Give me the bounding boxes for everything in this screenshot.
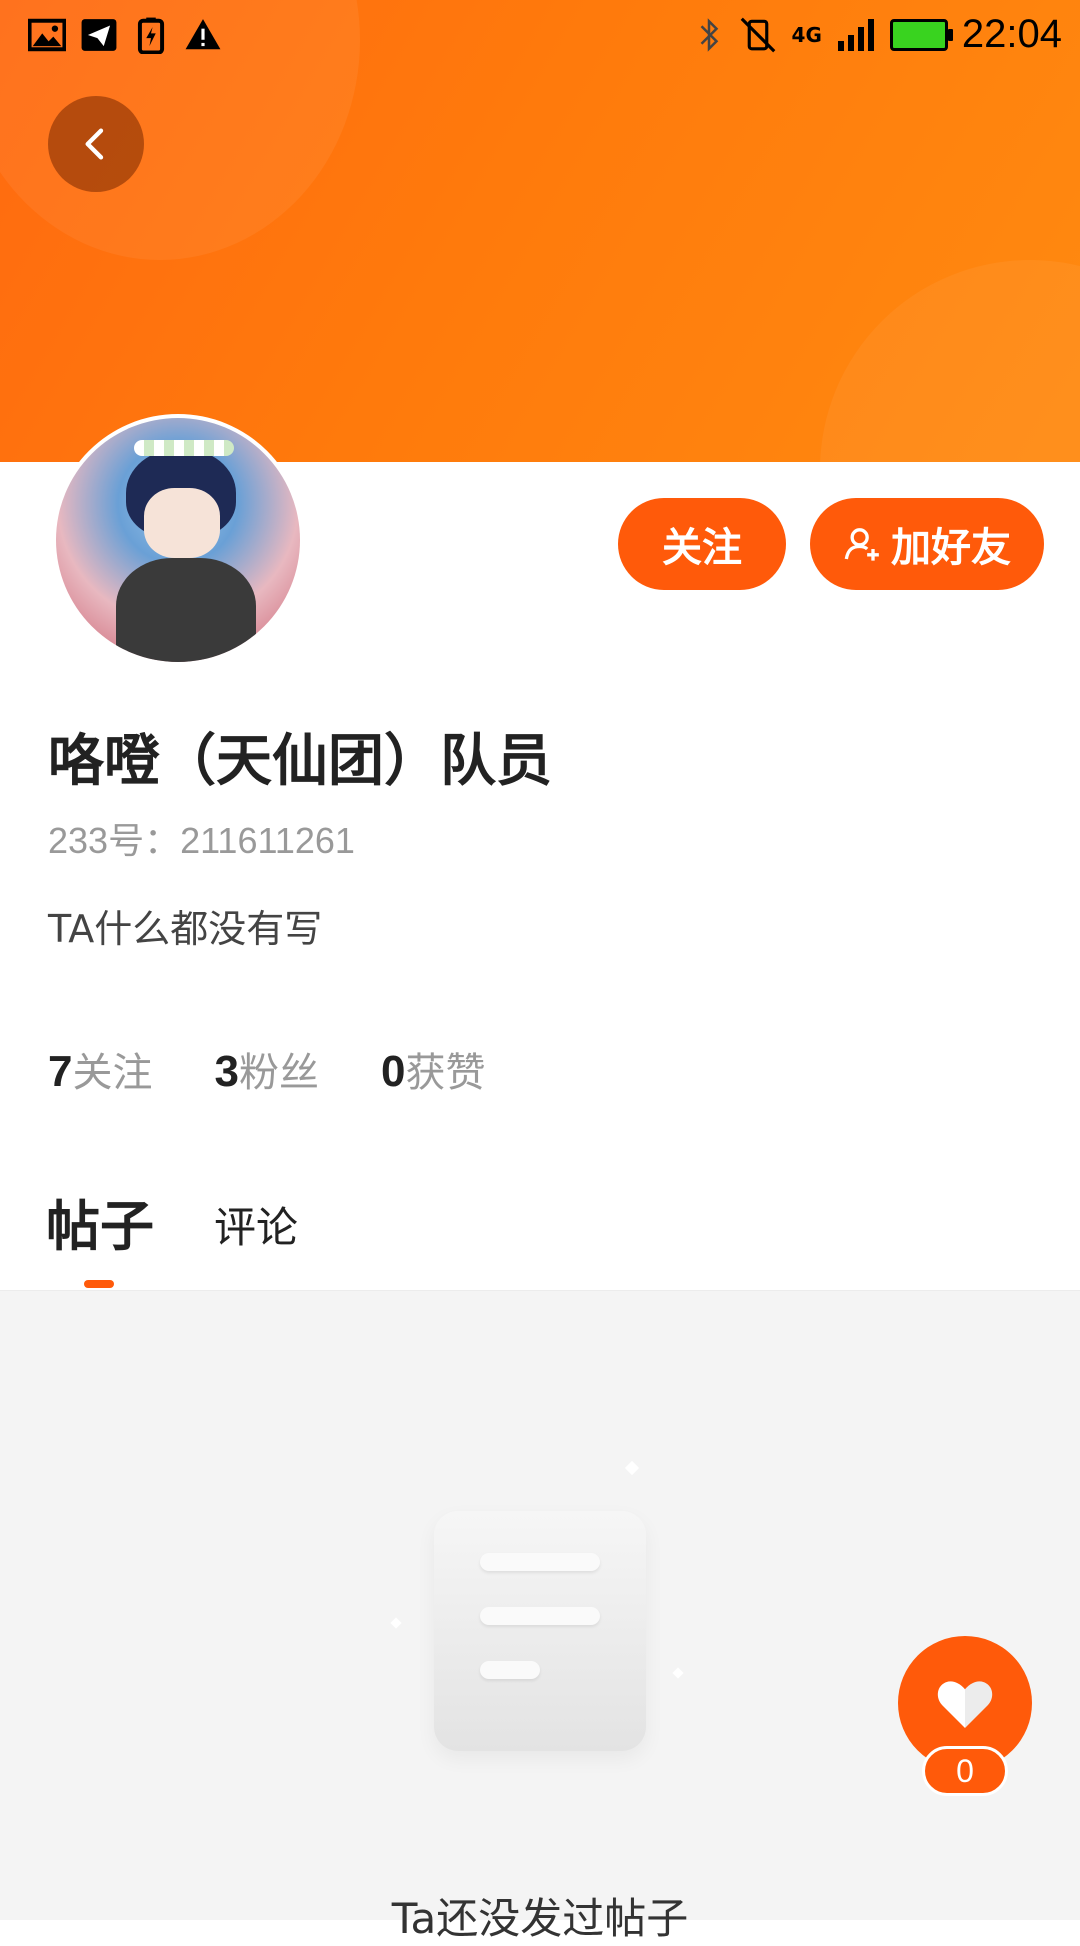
stat-following[interactable]: 7 关注 bbox=[48, 1040, 152, 1098]
battery-saver-icon bbox=[137, 17, 165, 54]
profile-name: 咯噔（天仙团）队员 bbox=[48, 729, 552, 794]
profile-tabs: 帖子 评论 bbox=[0, 1172, 1080, 1291]
stat-value: 3 bbox=[214, 1047, 239, 1096]
status-bar: 4G 22:04 bbox=[0, 0, 1080, 72]
stat-followers[interactable]: 3 粉丝 bbox=[214, 1040, 318, 1098]
like-count-badge: 0 bbox=[922, 1746, 1008, 1796]
heart-icon bbox=[937, 1681, 993, 1728]
sparkle-decoration bbox=[390, 1617, 402, 1629]
profile-uid: 233号：211611261 bbox=[48, 820, 355, 861]
empty-state-message: Ta还没发过帖子 bbox=[391, 1894, 689, 1943]
stat-likes[interactable]: 0 获赞 bbox=[381, 1040, 485, 1098]
add-friend-label: 加好友 bbox=[891, 526, 1011, 570]
tab-comments[interactable]: 评论 bbox=[214, 1194, 298, 1255]
add-friend-button[interactable]: 加好友 bbox=[810, 498, 1044, 590]
banner-decoration bbox=[820, 260, 1080, 462]
signal-icon bbox=[837, 18, 874, 51]
network-type: 4G bbox=[791, 22, 822, 47]
tab-active-indicator bbox=[84, 1280, 114, 1288]
sparkle-decoration bbox=[672, 1667, 684, 1679]
profile-bio: TA什么都没有写 bbox=[48, 907, 323, 951]
follow-label: 关注 bbox=[662, 526, 742, 570]
stat-value: 7 bbox=[48, 1047, 73, 1096]
profile-stats: 7 关注 3 粉丝 0 获赞 bbox=[48, 1040, 485, 1098]
stat-label: 粉丝 bbox=[238, 1050, 319, 1096]
avatar-image bbox=[56, 418, 300, 662]
tab-posts[interactable]: 帖子 bbox=[46, 1182, 154, 1261]
vibrate-off-icon bbox=[740, 17, 775, 52]
chevron-left-icon bbox=[85, 128, 104, 160]
stat-label: 获赞 bbox=[405, 1050, 486, 1096]
warning-icon bbox=[185, 19, 221, 50]
follow-button[interactable]: 关注 bbox=[618, 498, 786, 590]
avatar[interactable] bbox=[52, 414, 304, 666]
image-icon bbox=[28, 18, 66, 52]
bluetooth-icon bbox=[700, 17, 718, 52]
send-icon bbox=[81, 19, 117, 51]
battery-icon bbox=[889, 18, 953, 51]
posts-content: Ta还没发过帖子 bbox=[0, 1291, 1080, 1943]
sparkle-decoration bbox=[624, 1460, 640, 1476]
stat-label: 关注 bbox=[72, 1050, 153, 1096]
add-user-icon bbox=[844, 528, 879, 561]
back-button[interactable] bbox=[48, 96, 144, 192]
empty-document-icon bbox=[434, 1511, 646, 1751]
clock: 22:04 bbox=[961, 12, 1062, 56]
stat-value: 0 bbox=[380, 1047, 406, 1096]
